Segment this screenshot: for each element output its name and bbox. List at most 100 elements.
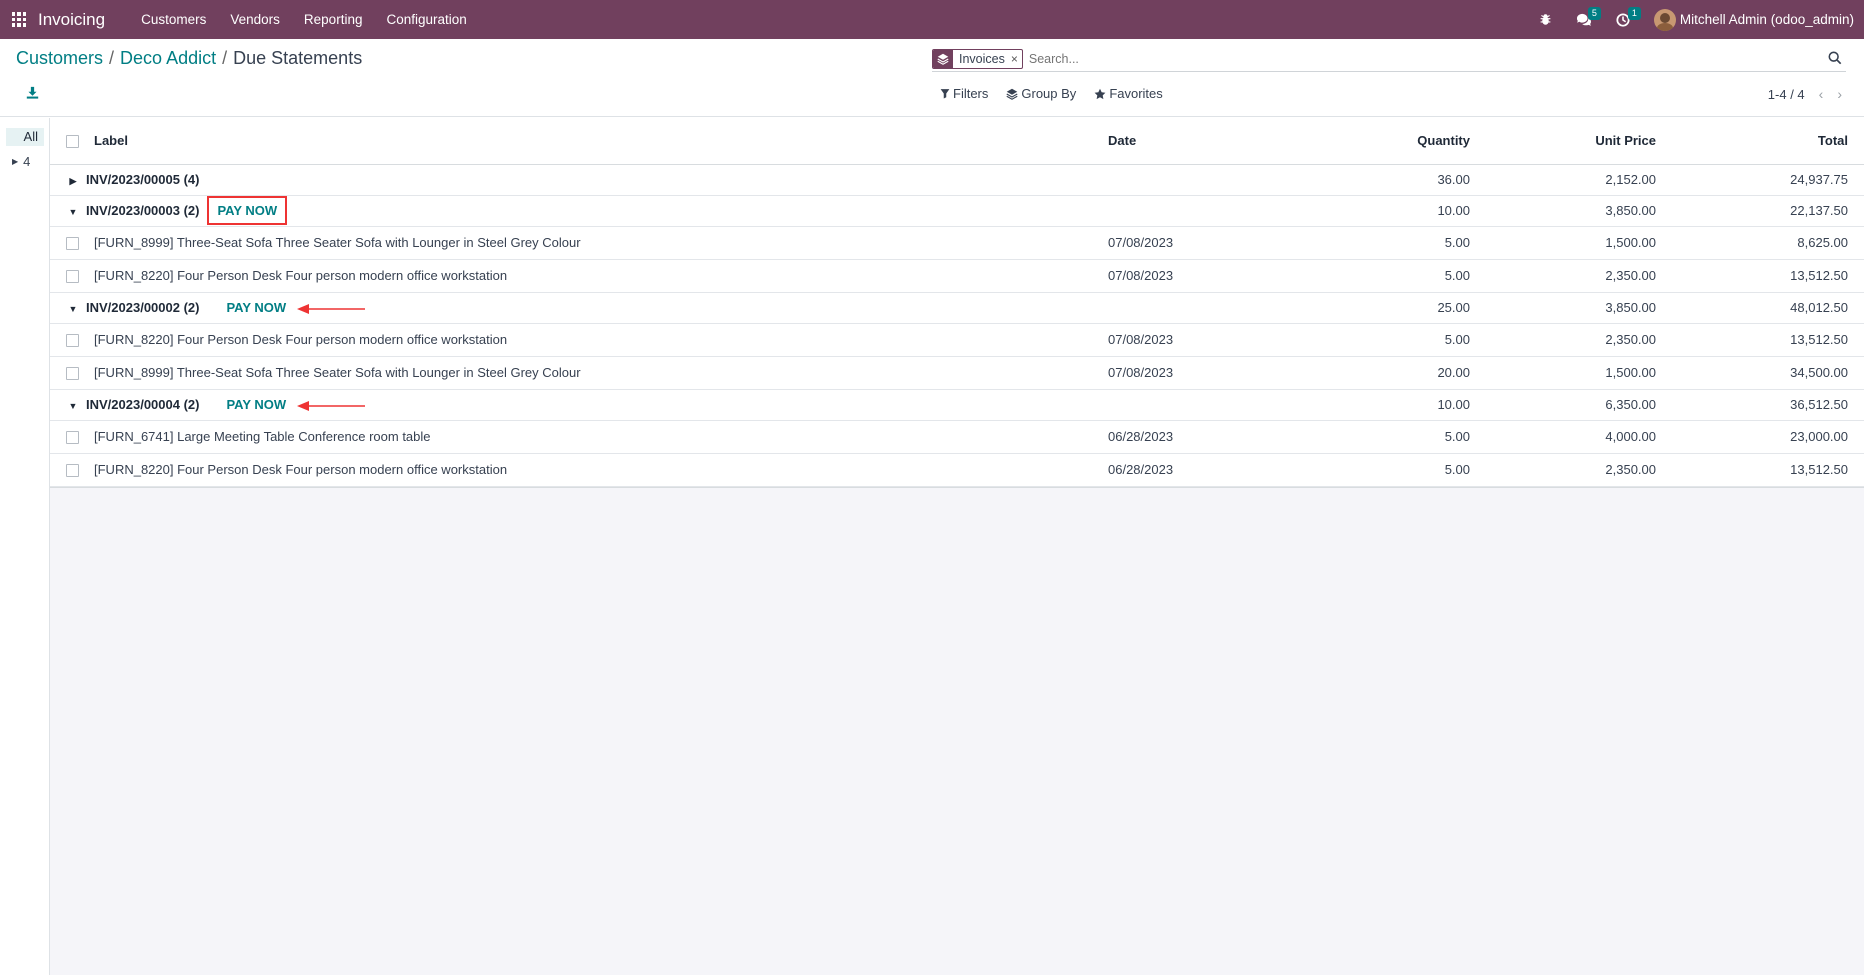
download-button[interactable] (26, 86, 40, 100)
caret-right-icon[interactable]: ▶ (66, 176, 80, 187)
group-quantity: 10.00 (1338, 195, 1478, 227)
breadcrumb-deco-addict[interactable]: Deco Addict (120, 48, 216, 68)
row-date[interactable]: 06/28/2023 (1108, 420, 1338, 454)
header-unit-price[interactable]: Unit Price (1478, 118, 1664, 165)
caret-down-icon[interactable]: ▼ (66, 304, 80, 314)
header-label[interactable]: Label (94, 118, 1108, 165)
group-row[interactable]: ▼ INV/2023/00004 (2) PAY NOW 10.00 6,350.00 3… (50, 389, 1864, 421)
pager-prev-button[interactable]: ‹ (1819, 86, 1824, 102)
row-quantity[interactable]: 5.00 (1338, 226, 1478, 260)
table-row[interactable]: [FURN_8999] Three-Seat Sofa Three Seater… (50, 356, 1864, 390)
row-checkbox[interactable] (65, 431, 79, 445)
menu-vendors[interactable]: Vendors (230, 12, 280, 27)
pager-value[interactable]: 1-4 / 4 (1768, 87, 1805, 102)
activity-clock-icon[interactable]: 1 (1616, 6, 1641, 27)
header-date[interactable]: Date (1108, 118, 1338, 165)
row-unit-price[interactable]: 4,000.00 (1478, 420, 1664, 454)
group-name: INV/2023/00003 (2) (86, 203, 200, 218)
favorites-button[interactable]: Favorites (1094, 86, 1163, 101)
group-row[interactable]: ▶ INV/2023/00005 (4) 36.00 2,152.00 24,937.7… (50, 164, 1864, 196)
app-brand[interactable]: Invoicing (38, 10, 105, 30)
row-total[interactable]: 13,512.50 (1664, 453, 1864, 487)
table-row[interactable]: [FURN_8220] Four Person Desk Four person… (50, 453, 1864, 487)
table-row[interactable]: [FURN_6741] Large Meeting Table Conferen… (50, 420, 1864, 454)
caret-down-icon[interactable]: ▼ (66, 401, 80, 411)
breadcrumb-customers[interactable]: Customers (16, 48, 103, 68)
header-quantity[interactable]: Quantity (1338, 118, 1478, 165)
group-date-cell (1108, 389, 1338, 421)
group-quantity: 36.00 (1338, 164, 1478, 196)
table-row[interactable]: [FURN_8220] Four Person Desk Four person… (50, 323, 1864, 357)
pay-now-button[interactable]: PAY NOW (217, 391, 295, 418)
row-label[interactable]: [FURN_8220] Four Person Desk Four person… (94, 259, 1108, 293)
row-date[interactable]: 06/28/2023 (1108, 453, 1338, 487)
search-icon[interactable] (1828, 51, 1842, 68)
row-total[interactable]: 34,500.00 (1664, 356, 1864, 390)
discuss-messages-icon[interactable]: 5 (1576, 6, 1601, 27)
group-label-cell[interactable]: ▼ INV/2023/00002 (2) PAY NOW (50, 292, 1108, 324)
row-checkbox[interactable] (65, 334, 79, 348)
group-unit-price: 3,850.00 (1478, 292, 1664, 324)
row-label[interactable]: [FURN_6741] Large Meeting Table Conferen… (94, 420, 1108, 454)
row-total[interactable]: 13,512.50 (1664, 259, 1864, 293)
filters-button[interactable]: Filters (940, 86, 988, 101)
header-total[interactable]: Total (1664, 118, 1864, 165)
row-label[interactable]: [FURN_8999] Three-Seat Sofa Three Seater… (94, 226, 1108, 260)
row-unit-price[interactable]: 1,500.00 (1478, 356, 1664, 390)
row-quantity[interactable]: 5.00 (1338, 420, 1478, 454)
row-label[interactable]: [FURN_8220] Four Person Desk Four person… (94, 323, 1108, 357)
search-input[interactable] (1028, 51, 1846, 66)
table-row[interactable]: [FURN_8999] Three-Seat Sofa Three Seater… (50, 226, 1864, 260)
table-row[interactable]: [FURN_8220] Four Person Desk Four person… (50, 259, 1864, 293)
search-panel-item[interactable]: ▶ 4 (12, 154, 49, 169)
row-select-cell (50, 226, 94, 260)
search-panel-all[interactable]: All (6, 128, 44, 146)
row-date[interactable]: 07/08/2023 (1108, 356, 1338, 390)
select-all-checkbox[interactable] (65, 135, 79, 149)
filter-icon (940, 89, 950, 99)
row-unit-price[interactable]: 2,350.00 (1478, 323, 1664, 357)
row-unit-price[interactable]: 2,350.00 (1478, 259, 1664, 293)
group-label-cell[interactable]: ▼ INV/2023/00004 (2) PAY NOW (50, 389, 1108, 421)
row-quantity[interactable]: 20.00 (1338, 356, 1478, 390)
user-avatar[interactable] (1653, 8, 1676, 31)
menu-customers[interactable]: Customers (141, 12, 206, 27)
row-date[interactable]: 07/08/2023 (1108, 259, 1338, 293)
row-total[interactable]: 23,000.00 (1664, 420, 1864, 454)
row-quantity[interactable]: 5.00 (1338, 453, 1478, 487)
row-date[interactable]: 07/08/2023 (1108, 323, 1338, 357)
pay-now-button[interactable]: PAY NOW (207, 196, 288, 225)
group-row[interactable]: ▼ INV/2023/00003 (2) PAY NOW 10.00 3,850.00 2… (50, 195, 1864, 227)
pay-now-button[interactable]: PAY NOW (217, 294, 295, 321)
row-checkbox[interactable] (65, 270, 79, 284)
group-label-cell[interactable]: ▶ INV/2023/00005 (4) (50, 164, 1108, 196)
filter-toolbar: Filters Group By Favorites (940, 86, 1181, 101)
row-label[interactable]: [FURN_8999] Three-Seat Sofa Three Seater… (94, 356, 1108, 390)
caret-right-icon[interactable]: ▶ (12, 157, 18, 166)
row-unit-price[interactable]: 1,500.00 (1478, 226, 1664, 260)
row-total[interactable]: 13,512.50 (1664, 323, 1864, 357)
row-quantity[interactable]: 5.00 (1338, 259, 1478, 293)
facet-remove-button[interactable]: × (1011, 52, 1022, 66)
row-total[interactable]: 8,625.00 (1664, 226, 1864, 260)
row-unit-price[interactable]: 2,350.00 (1478, 453, 1664, 487)
apps-menu-button[interactable] (0, 0, 38, 39)
group-by-button[interactable]: Group By (1006, 86, 1076, 101)
menu-reporting[interactable]: Reporting (304, 12, 363, 27)
user-menu[interactable]: Mitchell Admin (odoo_admin) (1680, 12, 1854, 27)
row-checkbox[interactable] (65, 464, 79, 478)
pager-next-button[interactable]: › (1837, 86, 1842, 102)
row-select-cell (50, 259, 94, 293)
search-panel: All ▶ 4 (0, 118, 50, 975)
group-row[interactable]: ▼ INV/2023/00002 (2) PAY NOW 25.00 3,850.00 4… (50, 292, 1864, 324)
row-date[interactable]: 07/08/2023 (1108, 226, 1338, 260)
row-quantity[interactable]: 5.00 (1338, 323, 1478, 357)
group-label-cell[interactable]: ▼ INV/2023/00003 (2) PAY NOW (50, 195, 1108, 227)
menu-configuration[interactable]: Configuration (386, 12, 466, 27)
group-unit-price: 3,850.00 (1478, 195, 1664, 227)
debug-bug-icon[interactable] (1539, 13, 1552, 26)
caret-down-icon[interactable]: ▼ (66, 207, 80, 217)
row-checkbox[interactable] (65, 237, 79, 251)
row-label[interactable]: [FURN_8220] Four Person Desk Four person… (94, 453, 1108, 487)
row-checkbox[interactable] (65, 367, 79, 381)
